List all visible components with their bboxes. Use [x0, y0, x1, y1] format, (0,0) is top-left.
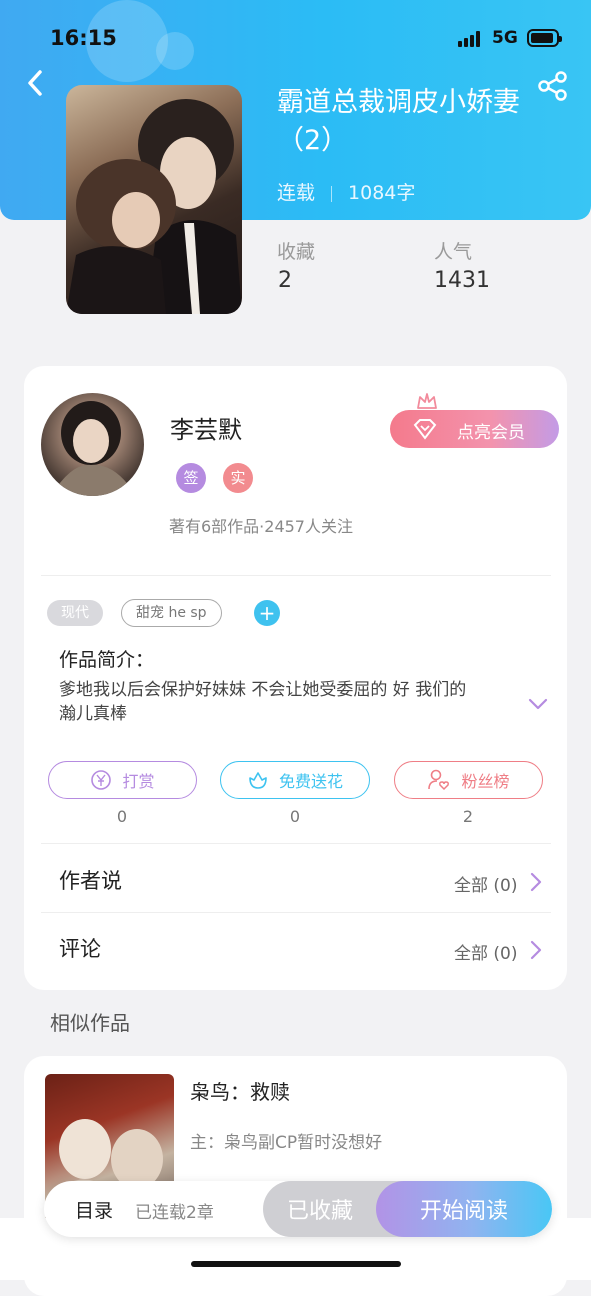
author-notes-row[interactable]: 作者说 全部 (0): [24, 844, 567, 912]
activate-membership-button[interactable]: 点亮会员: [390, 410, 559, 448]
back-button[interactable]: [22, 66, 52, 102]
divider: [41, 575, 551, 576]
chevron-left-icon: [28, 70, 42, 96]
popularity-value: 1431: [434, 268, 490, 293]
tag-genre[interactable]: 现代: [47, 600, 103, 626]
share-icon: [538, 71, 567, 101]
fan-ranking-button[interactable]: 粉丝榜: [394, 761, 543, 799]
reward-button[interactable]: 打赏: [48, 761, 197, 799]
tag-theme[interactable]: 甜宠 he sp: [121, 599, 222, 627]
fan-user-icon: [428, 769, 450, 791]
cover-illustration: [66, 99, 242, 314]
flower-count: 0: [289, 807, 301, 826]
reward-count: 0: [116, 807, 128, 826]
avatar-illustration: [51, 401, 136, 496]
collected-label: 已收藏: [286, 1199, 353, 1224]
bottom-action-bar: 目录 已连载2章 已收藏 开始阅读: [44, 1181, 552, 1237]
intro-text: 爹地我以后会保护好妹妹 不会让她受委屈的 好 我们的瀚儿真棒: [59, 680, 467, 724]
diamond-icon: [413, 419, 437, 440]
signal-icon: [458, 31, 486, 47]
crown-icon: [417, 393, 437, 409]
book-title: 霸道总裁调皮小娇妻（2）: [277, 87, 520, 156]
home-indicator: [191, 1261, 401, 1267]
add-tag-button[interactable]: +: [254, 600, 280, 626]
flower-icon: [249, 772, 267, 789]
table-of-contents-button[interactable]: 目录 已连载2章: [44, 1181, 263, 1237]
verified-badge: 实: [223, 463, 253, 493]
toc-label: 目录: [75, 1200, 114, 1222]
toc-chapter-count: 已连载2章: [135, 1203, 214, 1223]
comments-row[interactable]: 评论 全部 (0): [24, 913, 567, 981]
start-reading-label: 开始阅读: [419, 1199, 508, 1224]
book-detail-card: 李芸默 签 实 著有6部作品·2457人关注 点亮会员 现代 甜宠 he sp …: [24, 366, 567, 990]
status-time: 16:15: [50, 26, 117, 50]
send-flower-button[interactable]: 免费送花: [220, 761, 370, 799]
book-cover-image[interactable]: [66, 85, 242, 314]
send-flower-label: 免费送花: [278, 772, 343, 791]
intro-title: 作品简介：: [59, 649, 155, 671]
favorites-value: 2: [278, 268, 292, 293]
serial-status: 连载: [277, 182, 316, 204]
coin-icon: [91, 770, 112, 790]
similar-works-heading: 相似作品: [50, 1011, 130, 1035]
start-reading-button[interactable]: 开始阅读: [376, 1181, 552, 1237]
meta-separator: [331, 185, 333, 202]
chevron-right-icon: [530, 940, 542, 960]
book-meta: 连载 1084字: [277, 178, 415, 205]
network-type: 5G: [492, 28, 518, 48]
author-avatar[interactable]: [41, 393, 144, 496]
decorative-bubble: [156, 32, 194, 70]
battery-icon: [527, 29, 562, 47]
fan-count: 2: [462, 807, 474, 826]
author-notes-title: 作者说: [59, 869, 122, 893]
fan-ranking-label: 粉丝榜: [461, 772, 510, 791]
signed-badge: 签: [176, 463, 206, 493]
similar-work-title: 枭鸟：救赎: [190, 1080, 290, 1104]
expand-chevron-icon[interactable]: [528, 697, 548, 711]
membership-label: 点亮会员: [457, 423, 525, 443]
similar-work-subtitle: 主：枭鸟副CP暂时没想好: [190, 1133, 383, 1153]
comments-title: 评论: [59, 937, 101, 961]
author-notes-count: 全部 (0): [454, 876, 518, 896]
word-count: 1084字: [348, 182, 416, 204]
comments-count: 全部 (0): [454, 944, 518, 964]
author-name[interactable]: 李芸默: [170, 410, 242, 445]
favorites-label: 收藏: [277, 241, 316, 263]
author-stats: 著有6部作品·2457人关注: [169, 517, 353, 536]
popularity-label: 人气: [434, 241, 473, 263]
share-button[interactable]: [535, 70, 571, 106]
reward-label: 打赏: [122, 772, 155, 791]
chevron-right-icon: [530, 872, 542, 892]
